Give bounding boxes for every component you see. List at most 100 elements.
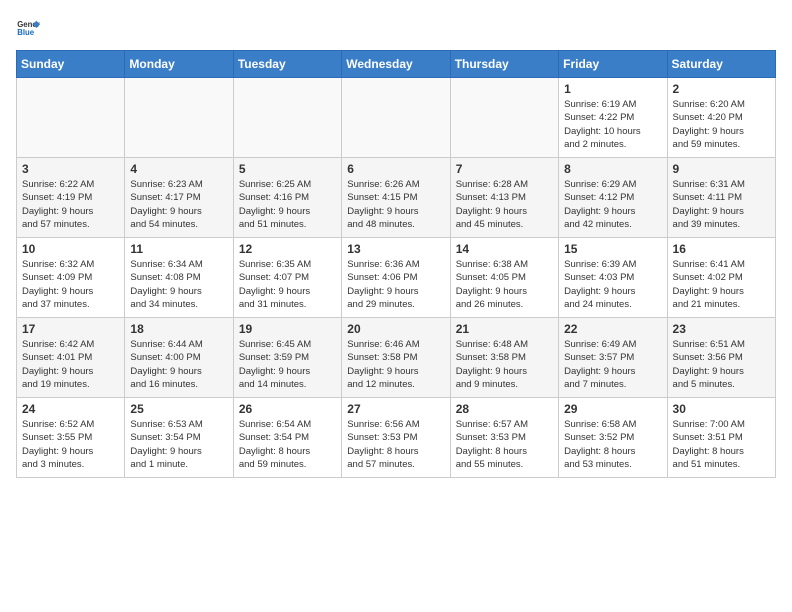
- calendar-table: SundayMondayTuesdayWednesdayThursdayFrid…: [16, 50, 776, 478]
- calendar-cell: 25Sunrise: 6:53 AM Sunset: 3:54 PM Dayli…: [125, 398, 233, 478]
- day-header-thursday: Thursday: [450, 51, 558, 78]
- day-info: Sunrise: 6:22 AM Sunset: 4:19 PM Dayligh…: [22, 178, 119, 231]
- day-number: 1: [564, 82, 661, 96]
- calendar-cell: 10Sunrise: 6:32 AM Sunset: 4:09 PM Dayli…: [17, 238, 125, 318]
- day-number: 3: [22, 162, 119, 176]
- calendar-week-row: 3 Sunrise: 6:22 AM Sunset: 4:19 PM Daylig…: [17, 158, 776, 238]
- day-info: Sunrise: 6:26 AM Sunset: 4:15 PM Dayligh…: [347, 178, 444, 231]
- day-number: 17: [22, 322, 119, 336]
- calendar-header-row: SundayMondayTuesdayWednesdayThursdayFrid…: [17, 51, 776, 78]
- day-info: Sunrise: 6:45 AM Sunset: 3:59 PM Dayligh…: [239, 338, 336, 391]
- day-info: Sunrise: 6:44 AM Sunset: 4:00 PM Dayligh…: [130, 338, 227, 391]
- day-number: 4: [130, 162, 227, 176]
- svg-text:Blue: Blue: [17, 28, 35, 37]
- day-info: Sunrise: 6:51 AM Sunset: 3:56 PM Dayligh…: [673, 338, 770, 391]
- header: General Blue: [16, 16, 776, 40]
- day-number: 13: [347, 242, 444, 256]
- day-number: 15: [564, 242, 661, 256]
- calendar-cell: 15 Sunrise: 6:39 AM Sunset: 4:03 PM Dayli…: [559, 238, 667, 318]
- day-info: Sunrise: 6:52 AM Sunset: 3:55 PM Dayligh…: [22, 418, 119, 471]
- calendar-cell: 9 Sunrise: 6:31 AM Sunset: 4:11 PM Daylig…: [667, 158, 775, 238]
- day-number: 26: [239, 402, 336, 416]
- day-info: Sunrise: 6:38 AM Sunset: 4:05 PM Dayligh…: [456, 258, 553, 311]
- day-number: 25: [130, 402, 227, 416]
- calendar-cell: 1 Sunrise: 6:19 AM Sunset: 4:22 PM Daylig…: [559, 78, 667, 158]
- calendar-cell: [342, 78, 450, 158]
- day-number: 12: [239, 242, 336, 256]
- day-info: Sunrise: 6:32 AM Sunset: 4:09 PM Dayligh…: [22, 258, 119, 311]
- day-info: Sunrise: 6:58 AM Sunset: 3:52 PM Dayligh…: [564, 418, 661, 471]
- day-number: 27: [347, 402, 444, 416]
- day-info: Sunrise: 6:35 AM Sunset: 4:07 PM Dayligh…: [239, 258, 336, 311]
- calendar-cell: 17 Sunrise: 6:42 AM Sunset: 4:01 PM Dayli…: [17, 318, 125, 398]
- day-info: Sunrise: 6:20 AM Sunset: 4:20 PM Dayligh…: [673, 98, 770, 151]
- day-number: 14: [456, 242, 553, 256]
- day-info: Sunrise: 6:39 AM Sunset: 4:03 PM Dayligh…: [564, 258, 661, 311]
- calendar-cell: 13 Sunrise: 6:36 AM Sunset: 4:06 PM Dayli…: [342, 238, 450, 318]
- day-number: 8: [564, 162, 661, 176]
- day-info: Sunrise: 6:34 AM Sunset: 4:08 PM Dayligh…: [130, 258, 227, 311]
- calendar-week-row: 10Sunrise: 6:32 AM Sunset: 4:09 PM Dayli…: [17, 238, 776, 318]
- day-info: Sunrise: 6:57 AM Sunset: 3:53 PM Dayligh…: [456, 418, 553, 471]
- calendar-cell: 19 Sunrise: 6:45 AM Sunset: 3:59 PM Dayli…: [233, 318, 341, 398]
- calendar-cell: 11 Sunrise: 6:34 AM Sunset: 4:08 PM Dayli…: [125, 238, 233, 318]
- day-number: 24: [22, 402, 119, 416]
- day-number: 16: [673, 242, 770, 256]
- day-info: Sunrise: 6:31 AM Sunset: 4:11 PM Dayligh…: [673, 178, 770, 231]
- day-info: Sunrise: 6:42 AM Sunset: 4:01 PM Dayligh…: [22, 338, 119, 391]
- calendar-cell: 28Sunrise: 6:57 AM Sunset: 3:53 PM Dayli…: [450, 398, 558, 478]
- day-info: Sunrise: 6:23 AM Sunset: 4:17 PM Dayligh…: [130, 178, 227, 231]
- day-number: 23: [673, 322, 770, 336]
- logo: General Blue: [16, 16, 44, 40]
- calendar-cell: 6 Sunrise: 6:26 AM Sunset: 4:15 PM Daylig…: [342, 158, 450, 238]
- day-number: 21: [456, 322, 553, 336]
- day-info: Sunrise: 6:56 AM Sunset: 3:53 PM Dayligh…: [347, 418, 444, 471]
- day-number: 18: [130, 322, 227, 336]
- day-number: 19: [239, 322, 336, 336]
- day-number: 7: [456, 162, 553, 176]
- day-info: Sunrise: 6:41 AM Sunset: 4:02 PM Dayligh…: [673, 258, 770, 311]
- calendar-cell: 26 Sunrise: 6:54 AM Sunset: 3:54 PM Dayli…: [233, 398, 341, 478]
- day-info: Sunrise: 6:48 AM Sunset: 3:58 PM Dayligh…: [456, 338, 553, 391]
- day-info: Sunrise: 6:28 AM Sunset: 4:13 PM Dayligh…: [456, 178, 553, 231]
- day-number: 29: [564, 402, 661, 416]
- calendar-cell: 30 Sunrise: 7:00 AM Sunset: 3:51 PM Dayli…: [667, 398, 775, 478]
- day-header-friday: Friday: [559, 51, 667, 78]
- day-header-sunday: Sunday: [17, 51, 125, 78]
- day-info: Sunrise: 6:54 AM Sunset: 3:54 PM Dayligh…: [239, 418, 336, 471]
- day-number: 9: [673, 162, 770, 176]
- calendar-cell: 21 Sunrise: 6:48 AM Sunset: 3:58 PM Dayli…: [450, 318, 558, 398]
- day-header-tuesday: Tuesday: [233, 51, 341, 78]
- day-number: 6: [347, 162, 444, 176]
- calendar-cell: 7 Sunrise: 6:28 AM Sunset: 4:13 PM Daylig…: [450, 158, 558, 238]
- calendar-cell: 16 Sunrise: 6:41 AM Sunset: 4:02 PM Dayli…: [667, 238, 775, 318]
- day-info: Sunrise: 6:19 AM Sunset: 4:22 PM Dayligh…: [564, 98, 661, 151]
- day-info: Sunrise: 6:46 AM Sunset: 3:58 PM Dayligh…: [347, 338, 444, 391]
- calendar-cell: [17, 78, 125, 158]
- calendar-cell: 23 Sunrise: 6:51 AM Sunset: 3:56 PM Dayli…: [667, 318, 775, 398]
- calendar-cell: 18 Sunrise: 6:44 AM Sunset: 4:00 PM Dayli…: [125, 318, 233, 398]
- calendar-cell: 2Sunrise: 6:20 AM Sunset: 4:20 PM Daylig…: [667, 78, 775, 158]
- logo-icon: General Blue: [16, 16, 40, 40]
- day-header-saturday: Saturday: [667, 51, 775, 78]
- calendar-cell: 27 Sunrise: 6:56 AM Sunset: 3:53 PM Dayli…: [342, 398, 450, 478]
- day-number: 30: [673, 402, 770, 416]
- day-info: Sunrise: 7:00 AM Sunset: 3:51 PM Dayligh…: [673, 418, 770, 471]
- day-header-wednesday: Wednesday: [342, 51, 450, 78]
- calendar-cell: 8Sunrise: 6:29 AM Sunset: 4:12 PM Daylig…: [559, 158, 667, 238]
- day-number: 22: [564, 322, 661, 336]
- calendar-cell: [450, 78, 558, 158]
- calendar-cell: [233, 78, 341, 158]
- day-info: Sunrise: 6:36 AM Sunset: 4:06 PM Dayligh…: [347, 258, 444, 311]
- calendar-cell: 29 Sunrise: 6:58 AM Sunset: 3:52 PM Dayli…: [559, 398, 667, 478]
- calendar-week-row: 1 Sunrise: 6:19 AM Sunset: 4:22 PM Daylig…: [17, 78, 776, 158]
- calendar-cell: 22Sunrise: 6:49 AM Sunset: 3:57 PM Dayli…: [559, 318, 667, 398]
- day-number: 20: [347, 322, 444, 336]
- calendar-cell: [125, 78, 233, 158]
- day-number: 11: [130, 242, 227, 256]
- day-number: 5: [239, 162, 336, 176]
- calendar-cell: 14 Sunrise: 6:38 AM Sunset: 4:05 PM Dayli…: [450, 238, 558, 318]
- calendar-cell: 5Sunrise: 6:25 AM Sunset: 4:16 PM Daylig…: [233, 158, 341, 238]
- calendar-cell: 20 Sunrise: 6:46 AM Sunset: 3:58 PM Dayli…: [342, 318, 450, 398]
- calendar-cell: 3 Sunrise: 6:22 AM Sunset: 4:19 PM Daylig…: [17, 158, 125, 238]
